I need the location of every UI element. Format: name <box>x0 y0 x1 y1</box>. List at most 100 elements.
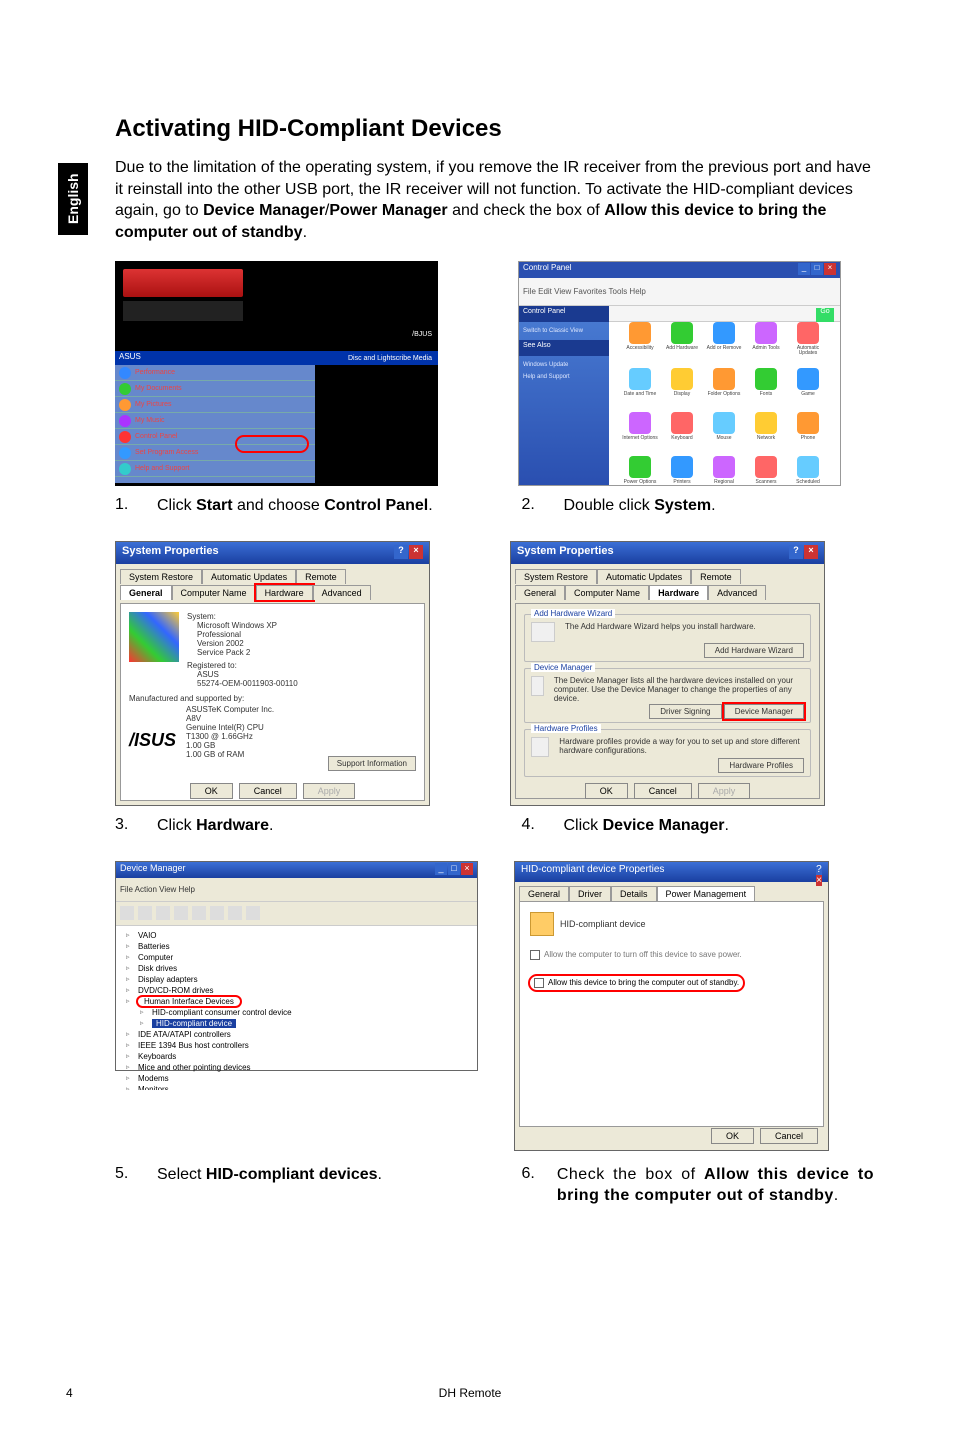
cp-icon[interactable]: Automatic Updates <box>788 319 828 359</box>
tree-item[interactable]: Disk drives <box>124 963 469 974</box>
tab-system-restore[interactable]: System Restore <box>515 569 597 584</box>
close-icon[interactable]: × <box>804 545 818 559</box>
tree-item[interactable]: IDE ATA/ATAPI controllers <box>124 1029 469 1040</box>
cp-icon[interactable]: Accessibility <box>620 316 660 356</box>
close-icon[interactable]: × <box>824 263 836 275</box>
hid-properties-window: HID-compliant device Properties ?× Gener… <box>514 861 829 1151</box>
tb-icon[interactable] <box>210 906 224 920</box>
tab-auto-updates[interactable]: Automatic Updates <box>597 569 691 584</box>
maximize-icon[interactable]: □ <box>448 863 460 875</box>
ok-button[interactable]: OK <box>585 783 628 799</box>
apply-button[interactable]: Apply <box>698 783 751 799</box>
tab-remote[interactable]: Remote <box>691 569 741 584</box>
tree-item[interactable]: HID-compliant consumer control device <box>124 1007 469 1018</box>
cp-icon[interactable]: Display <box>662 363 702 403</box>
cp-icon[interactable]: Network <box>746 407 786 447</box>
tab-hardware[interactable]: Hardware <box>649 585 708 600</box>
tab-general[interactable]: General <box>515 585 565 600</box>
tab-auto-updates[interactable]: Automatic Updates <box>202 569 296 584</box>
tab-details[interactable]: Details <box>611 886 657 901</box>
tree-item[interactable]: Monitors <box>124 1084 469 1090</box>
window-titlebar: System Properties ?× <box>116 542 429 564</box>
tb-icon[interactable] <box>228 906 242 920</box>
tb-icon[interactable] <box>174 906 188 920</box>
tab-power-management[interactable]: Power Management <box>657 886 756 901</box>
tab-general[interactable]: General <box>120 585 172 600</box>
tb-icon[interactable] <box>120 906 134 920</box>
tb-icon[interactable] <box>246 906 260 920</box>
tree-item[interactable]: Batteries <box>124 941 469 952</box>
cp-icon[interactable]: Power Options <box>620 451 660 487</box>
tab-driver[interactable]: Driver <box>569 886 611 901</box>
tab-hardware[interactable]: Hardware <box>256 585 313 600</box>
apply-button[interactable]: Apply <box>303 783 356 799</box>
close-icon[interactable]: × <box>816 875 822 886</box>
minimize-icon[interactable]: _ <box>435 863 447 875</box>
tb-icon[interactable] <box>156 906 170 920</box>
tree-item[interactable]: Mice and other pointing devices <box>124 1062 469 1073</box>
cancel-button[interactable]: Cancel <box>634 783 692 799</box>
tree-item[interactable]: Keyboards <box>124 1051 469 1062</box>
cp-icon[interactable]: Folder Options <box>704 363 744 403</box>
ok-button[interactable]: OK <box>190 783 233 799</box>
checkbox[interactable] <box>534 978 544 988</box>
step-text: Double click System. <box>564 496 716 517</box>
cp-icon[interactable]: Printers <box>662 451 702 487</box>
tab-general[interactable]: General <box>519 886 569 901</box>
cp-icon[interactable]: Scanners <box>746 451 786 487</box>
support-info-button[interactable]: Support Information <box>328 756 416 771</box>
tree-item[interactable]: Display adapters <box>124 974 469 985</box>
cp-icon[interactable]: Add or Remove <box>704 316 744 356</box>
tree-item[interactable]: HID-compliant device <box>124 1018 469 1029</box>
cp-icon[interactable]: Fonts <box>746 363 786 403</box>
cp-icon[interactable]: Phone <box>788 407 828 447</box>
tab-remote[interactable]: Remote <box>296 569 346 584</box>
side-link[interactable]: Help and Support <box>519 374 609 386</box>
cp-icon[interactable]: Date and Time <box>620 363 660 403</box>
cancel-button[interactable]: Cancel <box>239 783 297 799</box>
cp-icon[interactable]: Game <box>788 363 828 403</box>
cp-icon[interactable]: Keyboard <box>662 407 702 447</box>
tb-icon[interactable] <box>192 906 206 920</box>
side-link[interactable]: Switch to Classic View <box>519 328 609 340</box>
minimize-icon[interactable]: _ <box>798 263 810 275</box>
tree-item[interactable]: Computer <box>124 952 469 963</box>
help-icon[interactable]: ? <box>816 864 822 875</box>
tab-computer-name[interactable]: Computer Name <box>172 585 256 600</box>
device-manager-button[interactable]: Device Manager <box>724 704 804 719</box>
checkbox[interactable] <box>530 950 540 960</box>
label: Registered to: <box>187 661 416 670</box>
cp-icon[interactable]: Mouse <box>704 407 744 447</box>
tab-advanced[interactable]: Advanced <box>708 585 766 600</box>
add-hardware-button[interactable]: Add Hardware Wizard <box>704 643 804 658</box>
close-icon[interactable]: × <box>409 545 423 559</box>
cp-icon[interactable]: Internet Options <box>620 407 660 447</box>
help-icon[interactable]: ? <box>789 545 803 559</box>
tree-item[interactable]: Human Interface Devices <box>124 996 469 1007</box>
step-text: Select HID-compliant devices. <box>157 1165 382 1207</box>
tab-system-restore[interactable]: System Restore <box>120 569 202 584</box>
cp-icon[interactable]: Add Hardware <box>662 316 702 356</box>
close-icon[interactable]: × <box>461 863 473 875</box>
cp-icon[interactable]: Regional <box>704 451 744 487</box>
hardware-profiles-button[interactable]: Hardware Profiles <box>718 758 804 773</box>
tab-computer-name[interactable]: Computer Name <box>565 585 649 600</box>
side-link[interactable]: Windows Update <box>519 362 609 374</box>
side-panel: Control Panel Switch to Classic View See… <box>519 306 609 485</box>
step-4: 4. Click Device Manager. <box>522 816 875 837</box>
tree-item[interactable]: Modems <box>124 1073 469 1084</box>
cp-icon-label: Phone <box>801 436 815 441</box>
cp-icon[interactable]: Admin Tools <box>746 316 786 356</box>
tree-item[interactable]: IEEE 1394 Bus host controllers <box>124 1040 469 1051</box>
driver-signing-button[interactable]: Driver Signing <box>649 704 721 719</box>
maximize-icon[interactable]: □ <box>811 263 823 275</box>
cancel-button[interactable]: Cancel <box>760 1128 818 1144</box>
tb-icon[interactable] <box>138 906 152 920</box>
tree-item[interactable]: VAIO <box>124 930 469 941</box>
tab-advanced[interactable]: Advanced <box>313 585 371 600</box>
tree-item[interactable]: DVD/CD-ROM drives <box>124 985 469 996</box>
cp-icon[interactable]: Scheduled <box>788 451 828 487</box>
help-icon[interactable]: ? <box>394 545 408 559</box>
ok-button[interactable]: OK <box>711 1128 754 1144</box>
screenshot-sysprops-hardware: System Properties ?× System Restore Auto… <box>510 541 825 806</box>
